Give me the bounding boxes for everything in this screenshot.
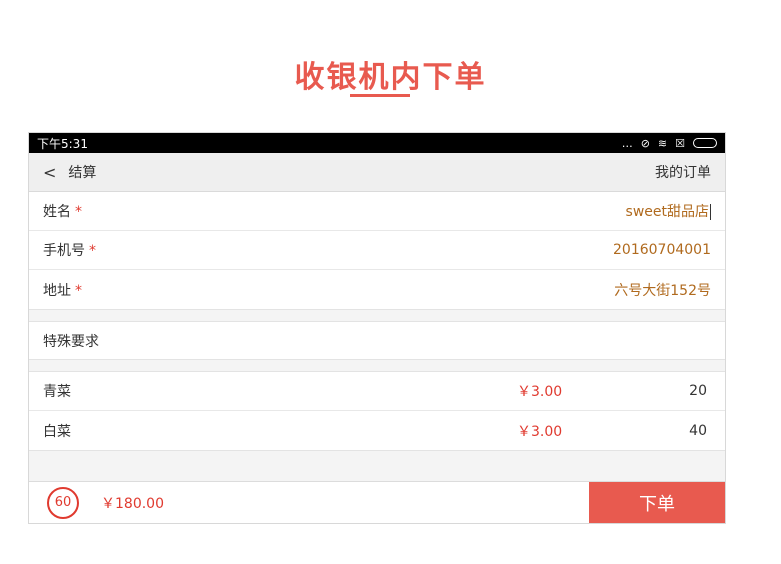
wifi-icon: ≋	[657, 136, 668, 150]
nav-bar: < 结算 我的订单	[29, 153, 725, 192]
back-button[interactable]: < 结算	[43, 162, 96, 182]
required-mark: *	[75, 282, 82, 299]
item-count-badge: 60	[47, 486, 79, 519]
device-screen: 下午5:31 … ⊘ ≋ ☒ < 结算 我的订单 姓名 * sweet甜品店 手机…	[28, 132, 726, 524]
sim-icon: ☒	[675, 136, 685, 150]
required-mark: *	[89, 243, 96, 259]
name-field[interactable]: 姓名 * sweet甜品店	[29, 192, 725, 231]
item-price: ￥3.00	[517, 384, 563, 400]
checkout-footer: 60 ￥180.00 下单	[29, 481, 725, 523]
nav-title: 结算	[68, 165, 97, 181]
list-item[interactable]: 白菜 ￥3.00 40	[29, 411, 725, 450]
address-label: 地址	[43, 282, 71, 299]
item-name: 白菜	[43, 423, 71, 440]
text-cursor	[710, 204, 711, 220]
battery-icon	[693, 138, 717, 148]
chevron-left-icon: <	[43, 162, 57, 182]
name-label-group: 姓名 *	[43, 201, 82, 221]
name-label: 姓名	[43, 204, 71, 220]
status-time: 下午5:31	[37, 136, 88, 151]
phone-value[interactable]: 20160704001	[613, 242, 711, 258]
item-name: 青菜	[43, 384, 71, 400]
address-field[interactable]: 地址 * 六号大街152号	[29, 270, 725, 309]
status-bar: 下午5:31 … ⊘ ≋ ☒	[29, 133, 725, 153]
page: 收银机内下单 下午5:31 … ⊘ ≋ ☒ < 结算 我的订单 姓名 * swee…	[0, 0, 781, 564]
section-divider	[29, 310, 725, 321]
item-quantity: 40	[689, 422, 707, 439]
my-orders-link[interactable]: 我的订单	[655, 162, 711, 182]
phone-label-group: 手机号 *	[43, 240, 96, 260]
item-quantity: 20	[689, 383, 707, 399]
special-request-label: 特殊要求	[43, 333, 99, 350]
required-mark: *	[75, 204, 82, 220]
phone-field[interactable]: 手机号 * 20160704001	[29, 231, 725, 270]
name-value-group: sweet甜品店	[626, 201, 711, 221]
item-price: ￥3.00	[517, 423, 563, 440]
name-value[interactable]: sweet甜品店	[626, 204, 709, 220]
order-total: ￥180.00	[101, 495, 164, 512]
status-icons: … ⊘ ≋ ☒	[622, 137, 717, 150]
list-item[interactable]: 青菜 ￥3.00 20	[29, 372, 725, 411]
special-request-field[interactable]: 特殊要求	[29, 321, 725, 360]
address-value[interactable]: 六号大街152号	[614, 280, 711, 300]
alarm-off-icon: ⊘	[640, 136, 650, 150]
page-heading: 收银机内下单	[294, 60, 487, 95]
phone-label: 手机号	[43, 243, 85, 259]
section-divider	[29, 360, 725, 371]
heading-underline	[350, 94, 410, 97]
address-label-group: 地址 *	[43, 280, 82, 300]
order-item-list: 青菜 ￥3.00 20 白菜 ￥3.00 40	[29, 371, 725, 451]
more-icon: …	[621, 136, 633, 150]
customer-form: 姓名 * sweet甜品店 手机号 * 20160704001 地址 * 六号大街15…	[29, 192, 725, 310]
place-order-button[interactable]: 下单	[589, 482, 725, 523]
